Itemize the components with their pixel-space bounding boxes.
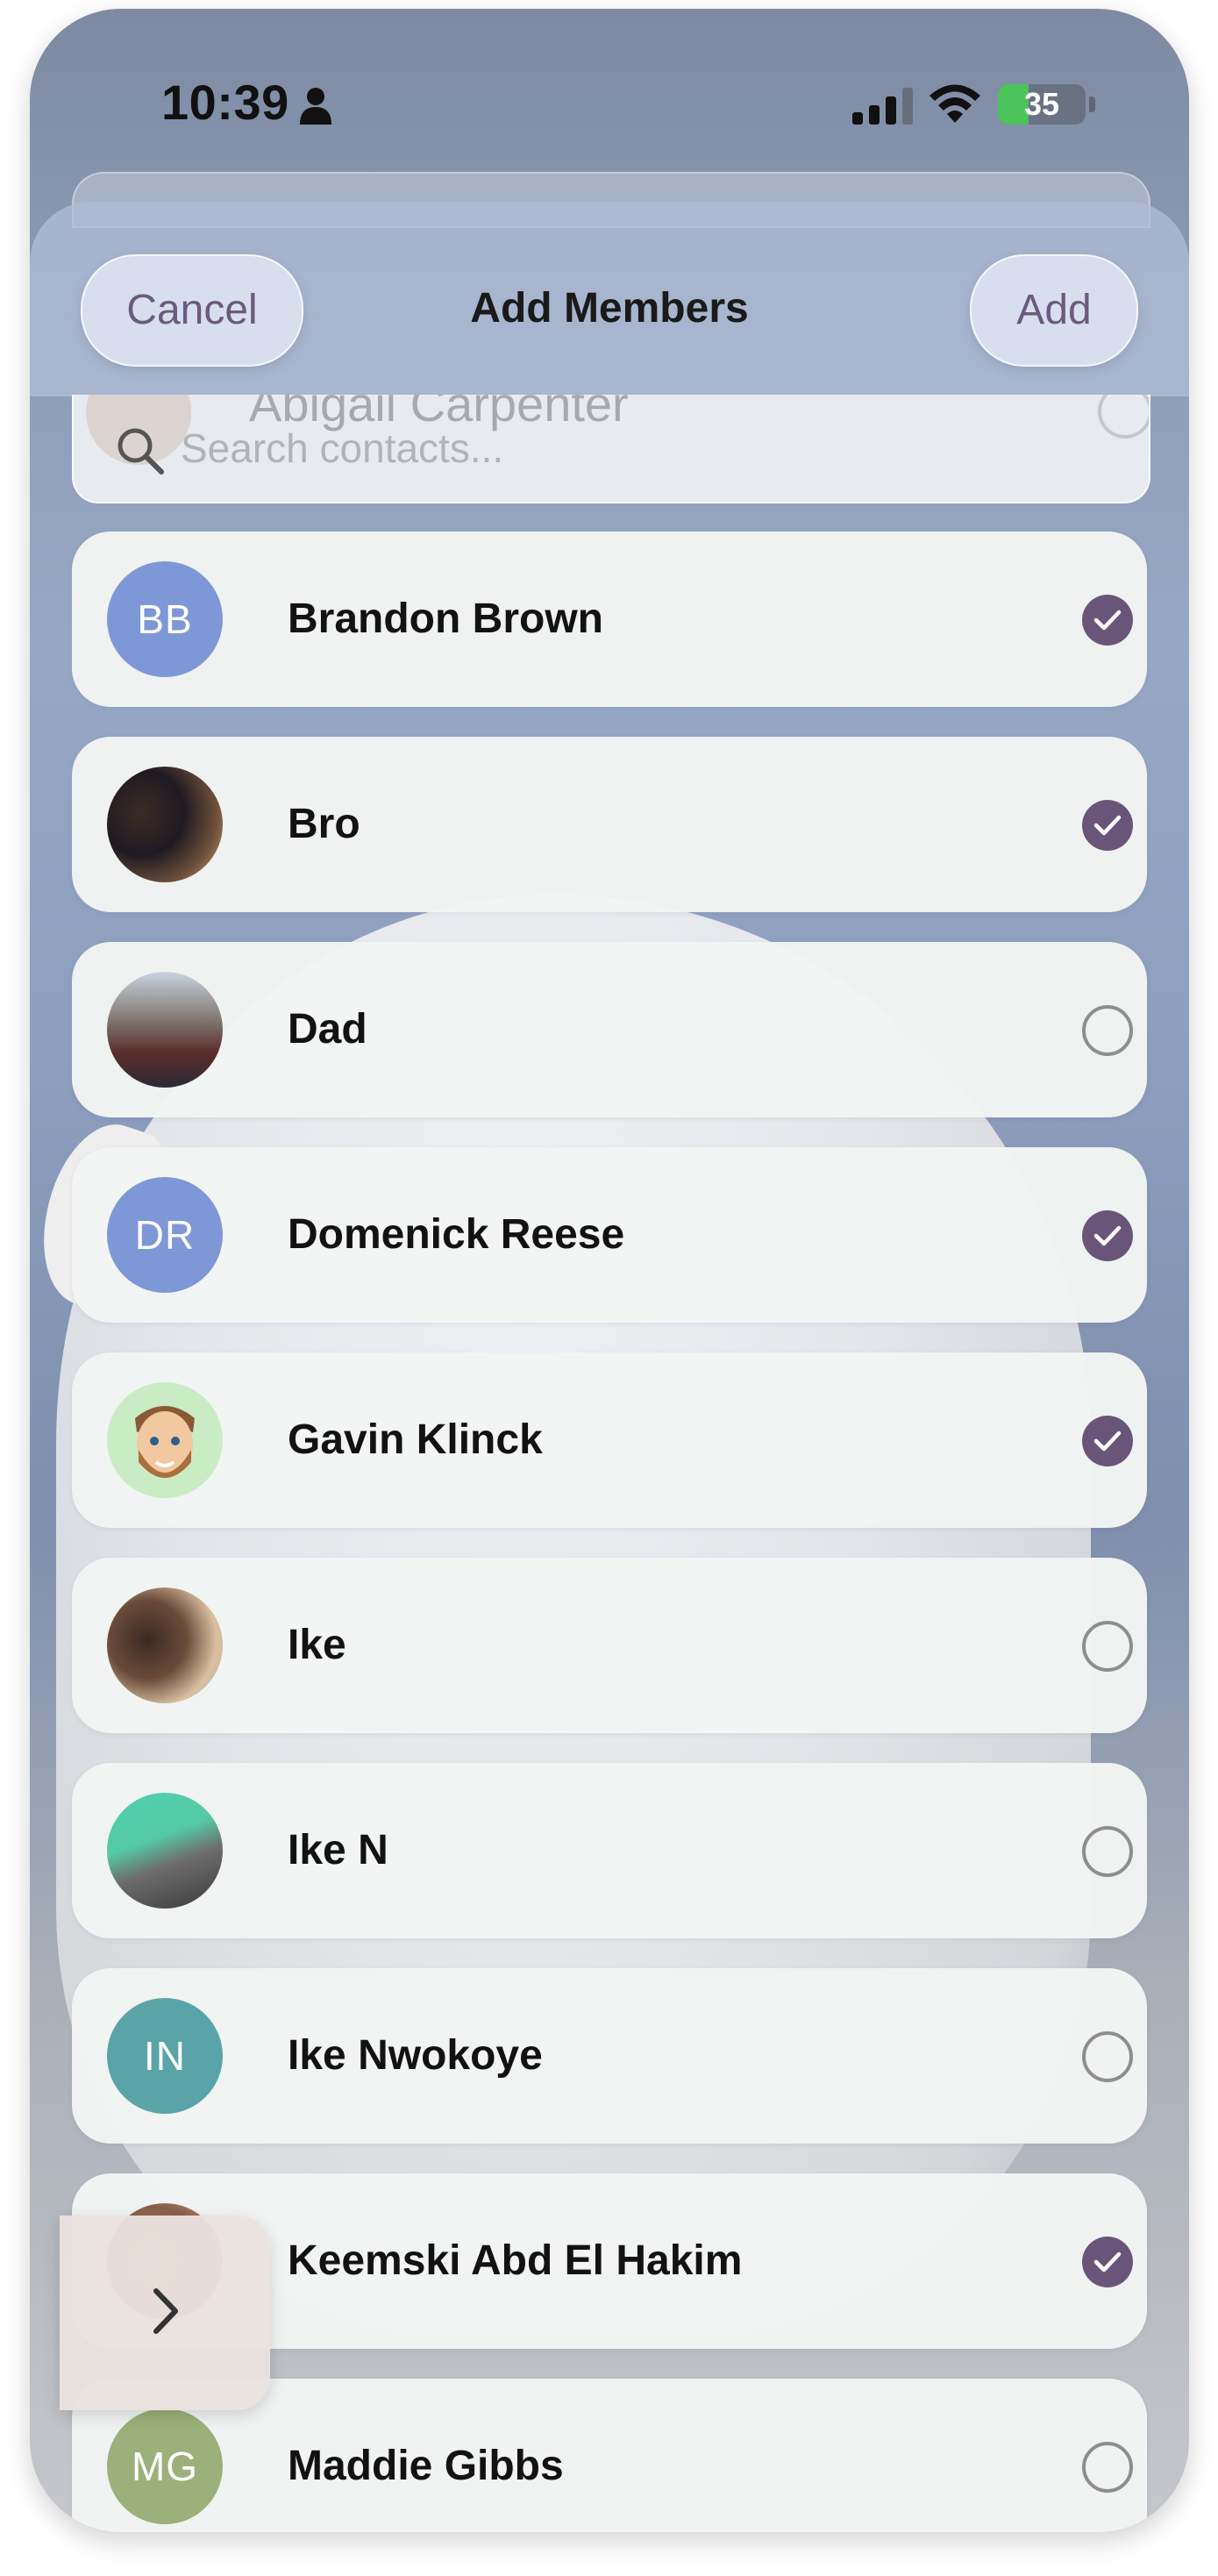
contact-name: Ike N — [288, 1827, 388, 1873]
battery-icon: 35 — [998, 84, 1086, 125]
contact-row[interactable]: IN Ike Nwokoye — [72, 1968, 1147, 2144]
contact-name: Domenick Reese — [288, 1211, 625, 1258]
contact-name: Brandon Brown — [288, 596, 603, 642]
contact-row[interactable]: Dad — [72, 942, 1147, 1117]
status-bar: 10:39 35 — [30, 9, 1189, 184]
battery-level: 35 — [1023, 86, 1060, 122]
status-time: 10:39 — [161, 75, 289, 130]
side-expand-tab[interactable] — [60, 2216, 270, 2410]
contact-name: Ike Nwokoye — [288, 2032, 543, 2079]
photo-avatar — [107, 972, 223, 1088]
empty-circle-icon[interactable] — [1082, 2442, 1133, 2493]
memoji-avatar — [107, 1382, 223, 1498]
select-circle-icon — [1098, 395, 1149, 439]
search-bar: Abigail Carpenter — [72, 395, 1150, 503]
contact-row[interactable]: DR Domenick Reese — [72, 1147, 1147, 1323]
wifi-icon — [930, 84, 980, 123]
checkmark-circle-icon[interactable] — [1082, 800, 1133, 851]
photo-avatar — [107, 1793, 223, 1909]
avatar: DR — [107, 1177, 223, 1293]
battery-cap — [1089, 96, 1095, 112]
contact-name: Maddie Gibbs — [288, 2443, 564, 2489]
avatar: BB — [107, 561, 223, 677]
contact-row[interactable]: Ike N — [72, 1763, 1147, 1938]
contact-name: Ike — [288, 1622, 346, 1668]
photo-avatar — [107, 1588, 223, 1703]
chevron-right-icon — [153, 2288, 178, 2334]
memoji-face-icon — [135, 1406, 195, 1478]
checkmark-circle-icon[interactable] — [1082, 595, 1133, 646]
contact-row[interactable]: Gavin Klinck — [72, 1352, 1147, 1528]
cellular-signal-icon — [852, 88, 913, 125]
checkmark-circle-icon[interactable] — [1082, 1416, 1133, 1466]
person-icon — [300, 88, 331, 125]
empty-circle-icon[interactable] — [1082, 1826, 1133, 1877]
checkmark-circle-icon[interactable] — [1082, 1210, 1133, 1261]
contact-name: Dad — [288, 1006, 367, 1053]
empty-circle-icon[interactable] — [1082, 1621, 1133, 1672]
contact-name: Gavin Klinck — [288, 1416, 543, 1463]
empty-circle-icon[interactable] — [1082, 1005, 1133, 1056]
empty-circle-icon[interactable] — [1082, 2031, 1133, 2082]
search-input[interactable] — [179, 419, 1059, 477]
phone-screen: 10:39 35 Add Members Cancel Add Abigail … — [30, 9, 1189, 2532]
avatar: IN — [107, 1998, 223, 2114]
search-icon — [118, 428, 164, 475]
contact-row[interactable]: BB Brandon Brown — [72, 532, 1147, 707]
avatar: MG — [107, 2408, 223, 2524]
contact-name: Keemski Abd El Hakim — [288, 2237, 743, 2284]
cancel-button[interactable]: Cancel — [81, 254, 303, 367]
add-button[interactable]: Add — [970, 254, 1138, 367]
sheet-header: Add Members Cancel Add — [30, 202, 1189, 396]
contact-name: Bro — [288, 801, 360, 847]
contact-row[interactable]: Ike — [72, 1558, 1147, 1733]
checkmark-circle-icon[interactable] — [1082, 2237, 1133, 2287]
photo-avatar — [107, 767, 223, 882]
contact-row[interactable]: Bro — [72, 737, 1147, 912]
